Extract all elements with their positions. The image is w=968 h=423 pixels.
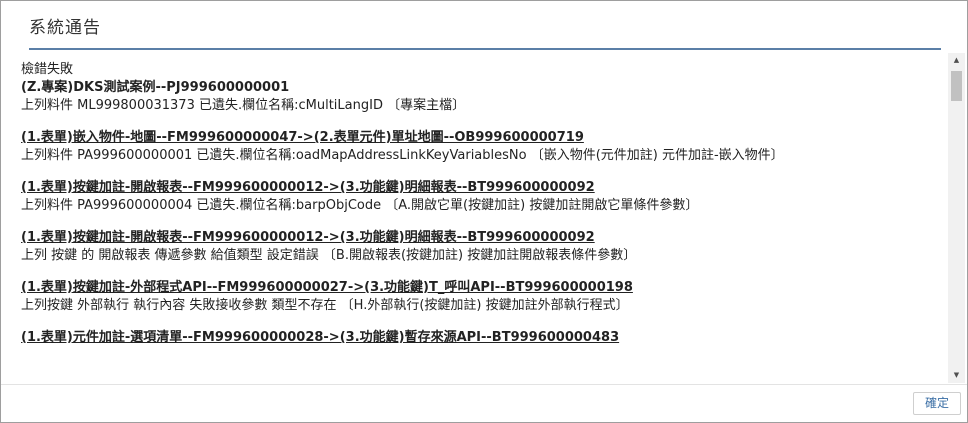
message-line: 上列料件 PA999600000001 已遺失.欄位名稱:oadMapAddre… (21, 148, 784, 163)
system-notice-dialog: 系統通告 檢錯失敗 (Z.專案)DKS測試案例--PJ999600000001 … (0, 0, 968, 423)
message-link[interactable]: (1.表單)按鍵加註-開啟報表--FM999600000012->(3.功能鍵)… (21, 179, 945, 197)
message-link[interactable]: (1.表單)按鍵加註-外部程式API--FM999600000027->(3.功… (21, 279, 945, 297)
title-divider (29, 48, 941, 50)
message-link[interactable]: (1.表單)嵌入物件-地圖--FM999600000047->(2.表單元件)單… (21, 129, 945, 147)
message-line: 檢錯失敗 (21, 62, 74, 77)
dialog-title: 系統通告 (29, 18, 101, 38)
message-line: 上列料件 PA999600000004 已遺失.欄位名稱:barpObjCode… (21, 198, 699, 213)
message-line: 上列料件 ML999800031373 已遺失.欄位名稱:cMultiLangI… (21, 98, 466, 113)
message-list[interactable]: 檢錯失敗 (Z.專案)DKS測試案例--PJ999600000001 上列料件 … (21, 61, 945, 383)
scroll-thumb[interactable] (951, 71, 962, 101)
message-link[interactable]: (1.表單)按鍵加註-開啟報表--FM999600000012->(3.功能鍵)… (21, 229, 945, 247)
scroll-down-icon[interactable]: ▼ (948, 368, 965, 383)
vertical-scrollbar[interactable]: ▲ ▼ (948, 53, 965, 383)
ok-button[interactable]: 確定 (913, 392, 961, 415)
message-line: 上列 按鍵 的 開啟報表 傳遞參數 給值類型 設定錯誤 〔B.開啟報表(按鍵加註… (21, 248, 637, 263)
project-header: (Z.專案)DKS測試案例--PJ999600000001 (21, 80, 290, 95)
footer-divider (1, 384, 967, 385)
scroll-up-icon[interactable]: ▲ (948, 53, 965, 68)
message-line: 上列按鍵 外部執行 執行內容 失敗接收參數 類型不存在 〔H.外部執行(按鍵加註… (21, 298, 629, 313)
message-link[interactable]: (1.表單)元件加註-選項清單--FM999600000028->(3.功能鍵)… (21, 329, 945, 347)
